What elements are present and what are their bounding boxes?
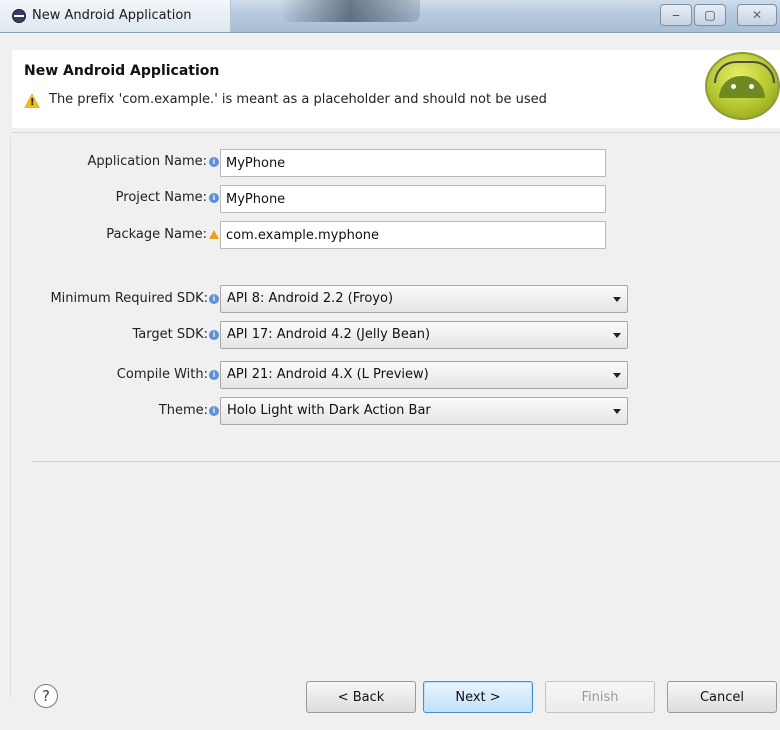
android-logo-icon (705, 52, 780, 120)
project-name-input[interactable] (220, 185, 606, 213)
compile-with-select[interactable]: API 21: Android 4.X (L Preview) (220, 361, 628, 389)
info-icon: i (209, 370, 219, 380)
maximize-icon: ▢ (704, 8, 716, 22)
minimum-sdk-label: Minimum Required SDK: (50, 291, 208, 306)
maximize-button[interactable]: ▢ (694, 4, 726, 26)
title-bar[interactable]: New Android Application ‒ ▢ ✕ (0, 0, 780, 33)
info-icon: i (209, 294, 219, 304)
minimize-button[interactable]: ‒ (660, 4, 692, 26)
project-name-label: Project Name: (115, 190, 207, 205)
chevron-down-icon (613, 409, 621, 414)
minimum-sdk-select[interactable]: API 8: Android 2.2 (Froyo) (220, 285, 628, 313)
compile-with-label: Compile With: (116, 367, 208, 382)
title-bar-decoration (280, 0, 420, 22)
help-icon: ? (42, 687, 50, 705)
eclipse-app-icon (12, 9, 26, 23)
new-android-application-window: New Android Application ‒ ▢ ✕ New Androi… (0, 0, 780, 730)
info-icon: i (209, 406, 219, 416)
package-name-input[interactable] (220, 221, 606, 249)
warning-icon: ! (24, 93, 40, 108)
minimize-icon: ‒ (672, 8, 680, 22)
package-name-label: Package Name: (106, 227, 207, 242)
target-sdk-value: API 17: Android 4.2 (Jelly Bean) (227, 327, 431, 342)
wizard-title: New Android Application (24, 63, 220, 79)
window-title: New Android Application (32, 8, 192, 23)
wizard-warning-message: The prefix 'com.example.' is meant as a … (49, 92, 547, 107)
finish-button[interactable]: Finish (545, 681, 655, 713)
theme-value: Holo Light with Dark Action Bar (227, 403, 431, 418)
minimum-sdk-value: API 8: Android 2.2 (Froyo) (227, 291, 394, 306)
application-name-label: Application Name: (87, 154, 207, 169)
target-sdk-label: Target SDK: (132, 327, 208, 342)
info-icon: i (209, 157, 219, 167)
theme-select[interactable]: Holo Light with Dark Action Bar (220, 397, 628, 425)
chevron-down-icon (613, 333, 621, 338)
application-name-input[interactable] (220, 149, 606, 177)
chevron-down-icon (613, 297, 621, 302)
theme-label: Theme: (158, 403, 208, 418)
wizard-header: New Android Application ! The prefix 'co… (12, 50, 780, 128)
left-border (10, 138, 11, 698)
close-icon: ✕ (751, 8, 763, 22)
chevron-down-icon (613, 373, 621, 378)
header-divider (12, 132, 780, 133)
target-sdk-select[interactable]: API 17: Android 4.2 (Jelly Bean) (220, 321, 628, 349)
cancel-button[interactable]: Cancel (667, 681, 777, 713)
info-icon: i (209, 193, 219, 203)
warning-icon (209, 230, 219, 239)
back-button[interactable]: < Back (306, 681, 416, 713)
compile-with-value: API 21: Android 4.X (L Preview) (227, 367, 429, 382)
help-button[interactable]: ? (34, 684, 58, 708)
close-button[interactable]: ✕ (737, 4, 777, 26)
next-button[interactable]: Next > (423, 681, 533, 713)
info-icon: i (209, 330, 219, 340)
form-divider (32, 461, 780, 462)
